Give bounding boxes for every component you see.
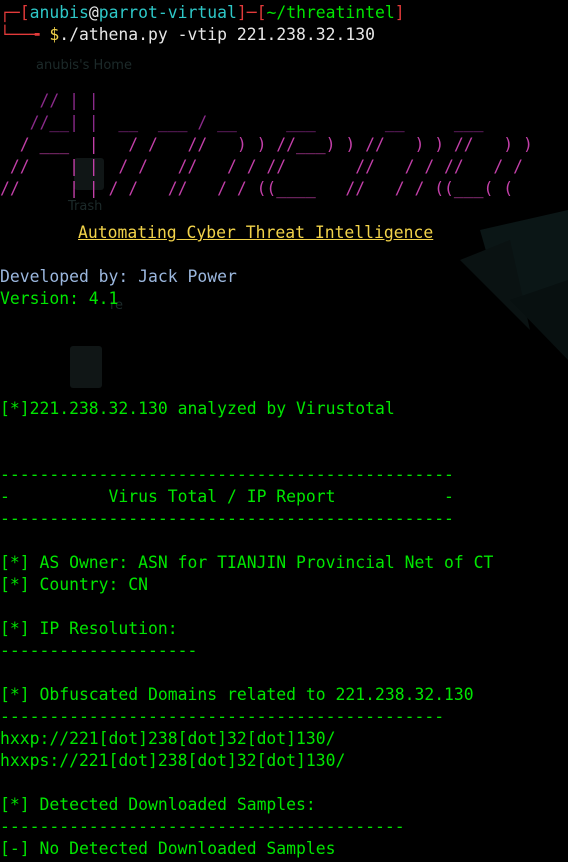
analyzed-line: [*]221.238.32.130 analyzed by Virustotal [0,399,395,418]
no-samples-line: [-] No Detected Downloaded Samples [0,839,336,858]
desktop-home-label: anubis's Home [36,58,132,73]
report-header: - Virus Total / IP Report - [0,487,454,506]
prompt-host: parrot-virtual [98,3,237,22]
samples-header: [*] Detected Downloaded Samples: [0,795,316,814]
parrot-logo-icon [460,210,568,360]
prompt-dir: ~/threatintel [266,3,395,22]
domain-line: hxxp://221[dot]238[dot]32[dot]130/ [0,729,336,748]
prompt-symbol: $ [49,25,60,44]
version-line: Version: 4.1 [0,289,119,308]
command-line[interactable]: └──╼ $./athena.py -vtip 221.238.32.130 [0,24,375,46]
as-owner-line: [*] AS Owner: ASN for TIANJIN Provincial… [0,553,494,572]
ip-resolution-header: [*] IP Resolution: [0,619,178,638]
banner-ascii-line-3: / ___ | / / // ) ) //___) ) // ) ) // ) … [0,135,533,154]
banner-ascii-line-2: //__| | __ ___ / __ ___ __ ___ [0,113,484,132]
obfuscated-domains-rule: ----------------------------------------… [0,707,445,726]
terminal-window[interactable]: anubis's Home Trash re ┌─[anubis@parrot-… [0,0,568,862]
command-text: ./athena.py -vtip 221.238.32.130 [59,25,375,44]
ip-resolution-rule: -------------------- [0,641,198,660]
domain-line: hxxps://221[dot]238[dot]32[dot]130/ [0,751,346,770]
report-rule-bottom: ----------------------------------------… [0,509,454,528]
banner-ascii-line-1: // | | [0,91,99,110]
banner-tagline: Automating Cyber Threat Intelligence [78,223,434,242]
developer-line: Developed by: Jack Power [0,267,237,286]
prompt-user: anubis [29,3,89,22]
country-line: [*] Country: CN [0,575,149,594]
banner-ascii-line-4: // | | / / // / / // // / / // / / [0,157,524,176]
obfuscated-domains-header: [*] Obfuscated Domains related to 221.23… [0,685,474,704]
samples-rule: ----------------------------------------… [0,817,405,836]
prompt-at: @ [88,3,99,22]
report-rule-top: ----------------------------------------… [0,465,454,484]
prompt-line: ┌─[anubis@parrot-virtual]─[~/threatintel… [0,3,405,22]
banner-ascii-line-5: // | | / / // / / ((____ // / / ((___( ( [0,179,514,198]
file-icon [70,346,102,388]
